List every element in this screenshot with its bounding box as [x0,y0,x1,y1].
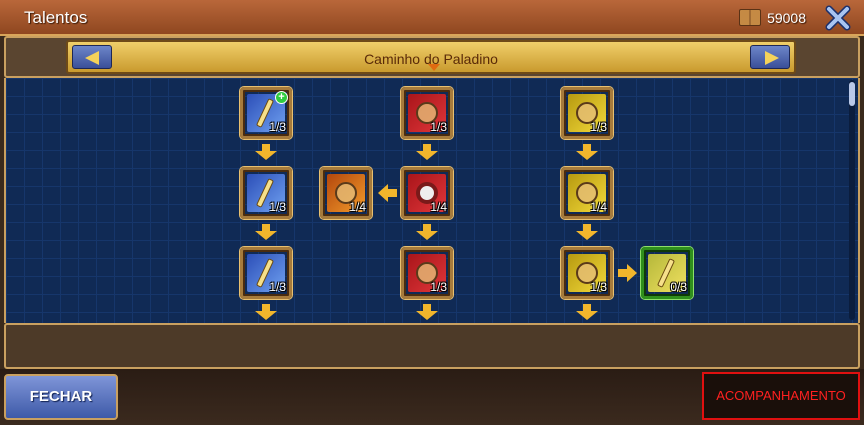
talent-points: 59008 [739,9,806,26]
arrow-right-icon [765,51,779,65]
talent-points-value: 59008 [767,9,806,26]
follow-button[interactable]: ACOMPANHAMENTO [702,372,860,420]
talent-count: 1/3 [269,120,286,134]
talent-node[interactable]: 1/4 [561,167,613,219]
scroll-thumb[interactable] [849,82,855,106]
arrow-left-icon [85,51,99,65]
talent-node[interactable]: + 1/3 [240,87,292,139]
talent-count: 0/3 [670,280,687,294]
talent-count: 1/3 [430,280,447,294]
arrow-left-icon [378,183,398,203]
arrow-down-icon [576,144,598,160]
talent-node[interactable]: 1/3 [401,87,453,139]
talent-tree[interactable]: + 1/3 1/3 1/3 1/4 1/3 1/4 1/3 1/3 1/4 1/… [4,78,860,323]
arrow-down-icon [416,224,438,240]
title-bar: Talentos 59008 [0,0,864,36]
talent-node[interactable]: 1/3 [240,167,292,219]
talent-count: 1/3 [590,120,607,134]
talent-count: 1/4 [590,200,607,214]
talent-node[interactable]: 1/3 [401,247,453,299]
prev-path-button[interactable] [72,45,112,69]
close-button[interactable]: FECHAR [4,374,118,420]
arrow-down-icon [576,224,598,240]
talent-count: 1/3 [269,280,286,294]
plus-badge-icon: + [275,91,288,104]
footer-bar: FECHAR ACOMPANHAMENTO [0,369,864,425]
talent-node[interactable]: 1/3 [561,247,613,299]
close-icon[interactable] [824,4,852,32]
arrow-right-icon [617,263,637,283]
arrow-down-icon [255,144,277,160]
talent-node[interactable]: 1/4 [401,167,453,219]
talent-count: 1/3 [269,200,286,214]
arrow-down-icon [255,224,277,240]
path-marker-icon [428,64,440,71]
book-icon [739,9,762,26]
next-path-button[interactable] [750,45,790,69]
talent-count: 1/4 [349,200,366,214]
talent-node[interactable]: 1/4 [320,167,372,219]
talent-node[interactable]: 1/3 [561,87,613,139]
talent-window: Talentos 59008 Caminho do Paladino + 1/3… [0,0,864,425]
talent-node[interactable]: 0/3 [641,247,693,299]
talent-count: 1/3 [430,120,447,134]
arrow-down-icon [576,304,598,320]
arrow-down-icon [255,304,277,320]
description-panel [4,323,860,369]
talent-count: 1/3 [590,280,607,294]
arrow-down-icon [416,144,438,160]
talent-node[interactable]: 1/3 [240,247,292,299]
window-title: Talentos [24,8,88,27]
talent-count: 1/4 [430,200,447,214]
tree-scrollbar[interactable] [849,80,855,320]
arrow-down-icon [416,304,438,320]
